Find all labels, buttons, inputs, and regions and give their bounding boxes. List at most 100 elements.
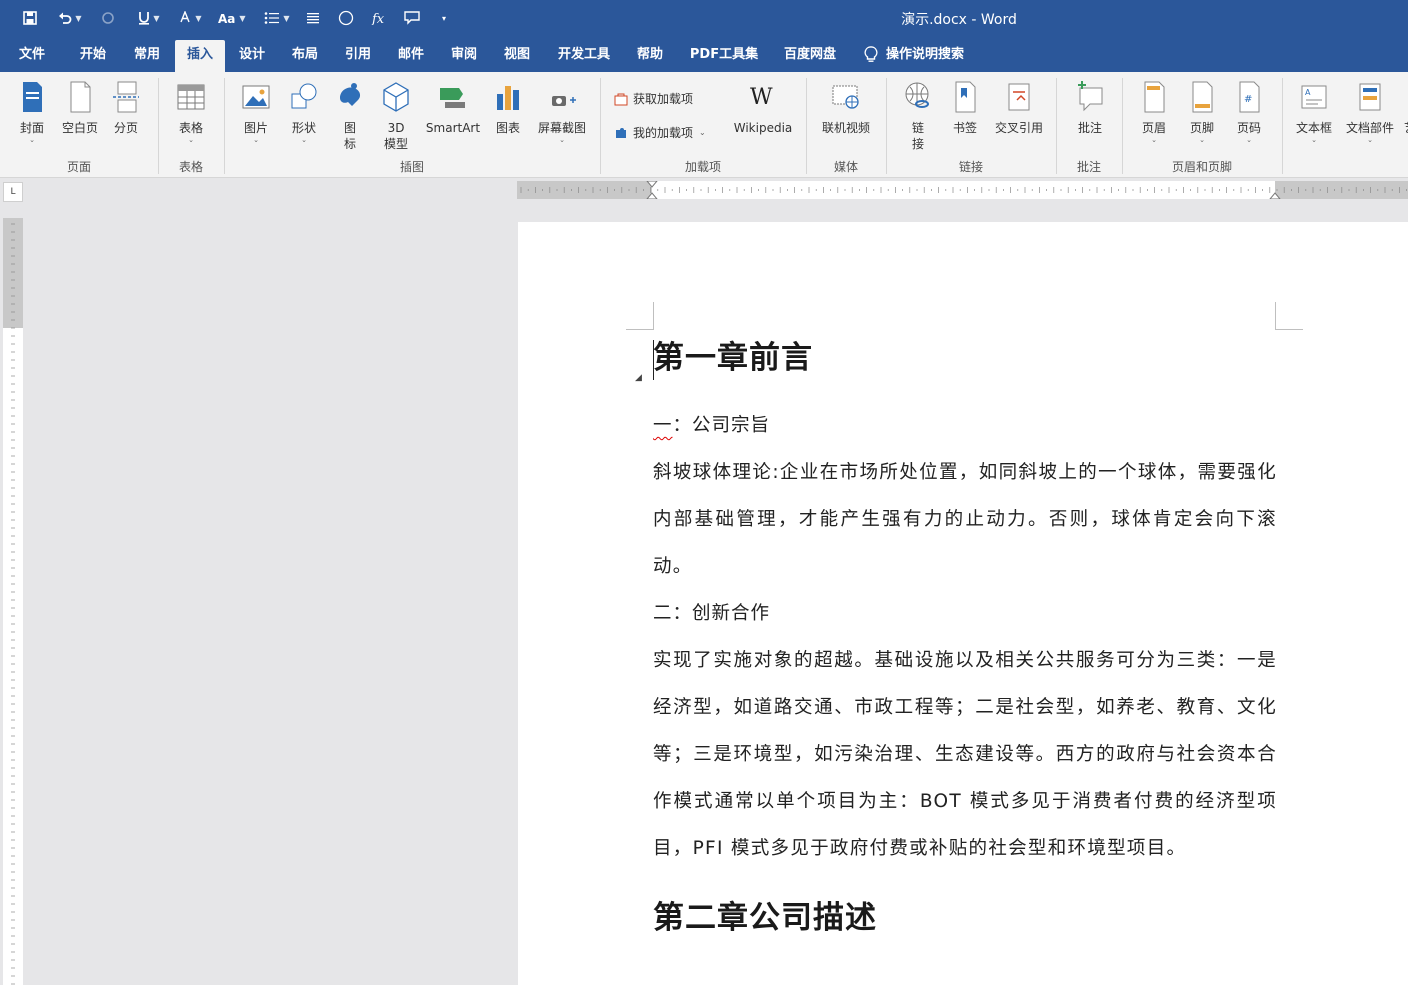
table-button[interactable]: 表格 ⌄ bbox=[170, 80, 212, 144]
comment-quick-icon[interactable] bbox=[400, 8, 426, 28]
document-page[interactable]: ◢ 第一章前言 一：公司宗旨 斜坡球体理论:企业在市场所处位置，如同斜坡上的一个… bbox=[518, 222, 1408, 985]
collapse-heading-icon[interactable]: ◢ bbox=[635, 352, 643, 404]
text-box-button[interactable]: A 文本框 ⌄ bbox=[1290, 80, 1338, 144]
redo-icon[interactable] bbox=[98, 8, 118, 28]
blank-page-icon bbox=[70, 81, 91, 113]
cross-reference-button[interactable]: 交叉引用 bbox=[988, 80, 1050, 136]
page-break-icon bbox=[113, 81, 139, 113]
heading-chapter-2[interactable]: 第二章公司描述 bbox=[653, 892, 1277, 944]
chart-button[interactable]: 图表 bbox=[490, 80, 526, 136]
get-addins-button[interactable]: 获取加载项 bbox=[614, 90, 693, 107]
tab-insert[interactable]: 插入 bbox=[175, 40, 225, 72]
text-box-label: 文本框 bbox=[1295, 121, 1332, 135]
underline-icon[interactable]: ▼ bbox=[130, 8, 168, 28]
window-title: 演示.docx - Word bbox=[901, 12, 1017, 28]
tab-baidu-netdisk[interactable]: 百度网盘 bbox=[774, 40, 846, 72]
tab-references[interactable]: 引用 bbox=[334, 40, 382, 72]
screenshot-button[interactable]: 屏幕截图 ⌄ bbox=[532, 80, 592, 144]
tab-review[interactable]: 审阅 bbox=[440, 40, 488, 72]
change-case-icon[interactable]: Aa ▼ bbox=[212, 8, 252, 28]
smartart-icon bbox=[440, 88, 465, 108]
new-comment-button[interactable]: 批注 bbox=[1068, 80, 1112, 136]
page-number-button[interactable]: # 页码 ⌄ bbox=[1228, 80, 1270, 144]
formula-icon[interactable]: fx bbox=[370, 8, 388, 28]
heading-chapter-1-text: 第一章前言 bbox=[653, 340, 813, 376]
tell-me-search[interactable]: 操作说明搜索 bbox=[864, 40, 964, 70]
wordart-label: 艺 bbox=[1398, 120, 1408, 136]
cross-reference-label: 交叉引用 bbox=[994, 121, 1043, 135]
ruler-row: L bbox=[0, 179, 1408, 203]
link-button[interactable]: 链 接 bbox=[898, 80, 938, 152]
page-number-icon: # bbox=[1239, 81, 1260, 113]
tab-view[interactable]: 视图 bbox=[493, 40, 541, 72]
picture-icon bbox=[242, 85, 270, 109]
footer-label: 页脚 bbox=[1189, 121, 1214, 135]
svg-text:fx: fx bbox=[371, 12, 385, 25]
table-label: 表格 bbox=[178, 121, 203, 135]
icons-label-1: 图 bbox=[343, 121, 356, 135]
shapes-button[interactable]: 形状 ⌄ bbox=[284, 80, 324, 144]
text-cursor bbox=[653, 340, 654, 380]
smartart-label: SmartArt bbox=[425, 121, 481, 135]
paragraph-2[interactable]: 实现了实施对象的超越。基础设施以及相关公共服务可分为三类：一是经济型，如道路交通… bbox=[653, 637, 1277, 872]
ribbon-separator bbox=[158, 78, 159, 174]
tab-home[interactable]: 开始 bbox=[68, 40, 118, 72]
tab-help[interactable]: 帮助 bbox=[626, 40, 674, 72]
new-comment-label: 批注 bbox=[1077, 121, 1102, 135]
spelling-error-mark: 一 bbox=[653, 415, 673, 436]
svg-text:A: A bbox=[1305, 88, 1311, 97]
chart-label: 图表 bbox=[495, 121, 520, 135]
bookmark-icon bbox=[955, 81, 976, 113]
picture-label: 图片 bbox=[243, 121, 268, 135]
quick-parts-button[interactable]: 文档部件 ⌄ bbox=[1340, 80, 1400, 144]
paragraph-1[interactable]: 斜坡球体理论:企业在市场所处位置，如同斜坡上的一个球体，需要强化内部基础管理，才… bbox=[653, 449, 1277, 590]
horizontal-ruler[interactable] bbox=[517, 181, 1408, 199]
tab-developer[interactable]: 开发工具 bbox=[546, 40, 622, 72]
undo-icon[interactable]: ▼ bbox=[52, 8, 88, 28]
bookmark-button[interactable]: 书签 bbox=[946, 80, 984, 136]
heading-chapter-1[interactable]: ◢ 第一章前言 bbox=[635, 332, 1277, 384]
page-break-button[interactable]: 分页 bbox=[106, 80, 146, 136]
blank-page-button[interactable]: 空白页 bbox=[56, 80, 104, 136]
smartart-button[interactable]: SmartArt bbox=[422, 80, 484, 136]
customize-toolbar-icon[interactable]: ▾ bbox=[436, 8, 452, 28]
tab-common[interactable]: 常用 bbox=[122, 40, 172, 72]
subheading-1[interactable]: 一：公司宗旨 bbox=[653, 402, 1277, 449]
wikipedia-button[interactable]: W Wikipedia bbox=[730, 80, 796, 136]
3d-models-button[interactable]: 3D 模型 bbox=[376, 80, 416, 152]
online-video-button[interactable]: 联机视频 bbox=[814, 80, 878, 136]
bullets-icon[interactable]: ▼ bbox=[258, 8, 296, 28]
svg-text:Aa: Aa bbox=[218, 12, 235, 24]
shape-oval-icon[interactable] bbox=[336, 8, 356, 28]
vertical-ruler[interactable] bbox=[3, 218, 23, 985]
save-icon[interactable] bbox=[20, 8, 40, 28]
right-indent-marker-icon[interactable] bbox=[1269, 181, 1281, 199]
document-body[interactable]: ◢ 第一章前言 一：公司宗旨 斜坡球体理论:企业在市场所处位置，如同斜坡上的一个… bbox=[635, 332, 1277, 944]
header-button[interactable]: 页眉 ⌄ bbox=[1134, 80, 1174, 144]
page-number-label: 页码 bbox=[1236, 121, 1261, 135]
footer-icon bbox=[1192, 81, 1213, 113]
icons-button[interactable]: 图 标 bbox=[332, 80, 368, 152]
subheading-2[interactable]: 二：创新合作 bbox=[653, 590, 1277, 637]
picture-button[interactable]: 图片 ⌄ bbox=[236, 80, 276, 144]
ribbon-tabs: 文件 开始 常用 插入 设计 布局 引用 邮件 审阅 视图 开发工具 帮助 PD… bbox=[0, 36, 1408, 72]
ribbon-separator bbox=[1056, 78, 1057, 174]
wordart-button[interactable]: 艺 bbox=[1398, 80, 1408, 136]
cover-page-button[interactable]: 封面 ⌄ bbox=[12, 80, 52, 144]
blank-page-label: 空白页 bbox=[61, 121, 98, 135]
tab-mailings[interactable]: 邮件 bbox=[387, 40, 435, 72]
ribbon-separator bbox=[600, 78, 601, 174]
tab-design[interactable]: 设计 bbox=[228, 40, 276, 72]
tab-selector[interactable]: L bbox=[3, 182, 23, 202]
3d-cube-icon bbox=[383, 82, 409, 112]
ribbon-insert: 封面 ⌄ 空白页 分页 页面 表格 ⌄ 表格 图片 ⌄ 形状 ⌄ 图 标 3D 模型 S… bbox=[0, 72, 1408, 178]
font-color-icon[interactable]: ▼ bbox=[172, 8, 208, 28]
tab-layout[interactable]: 布局 bbox=[281, 40, 329, 72]
tab-file[interactable]: 文件 bbox=[10, 40, 54, 72]
text-box-icon: A bbox=[1301, 85, 1327, 109]
my-addins-button[interactable]: 我的加载项 ⌄ bbox=[614, 124, 706, 141]
footer-button[interactable]: 页脚 ⌄ bbox=[1182, 80, 1222, 144]
indent-marker-icon[interactable] bbox=[646, 181, 658, 199]
align-icon[interactable] bbox=[304, 8, 322, 28]
tab-pdf-tools[interactable]: PDF工具集 bbox=[678, 40, 770, 72]
